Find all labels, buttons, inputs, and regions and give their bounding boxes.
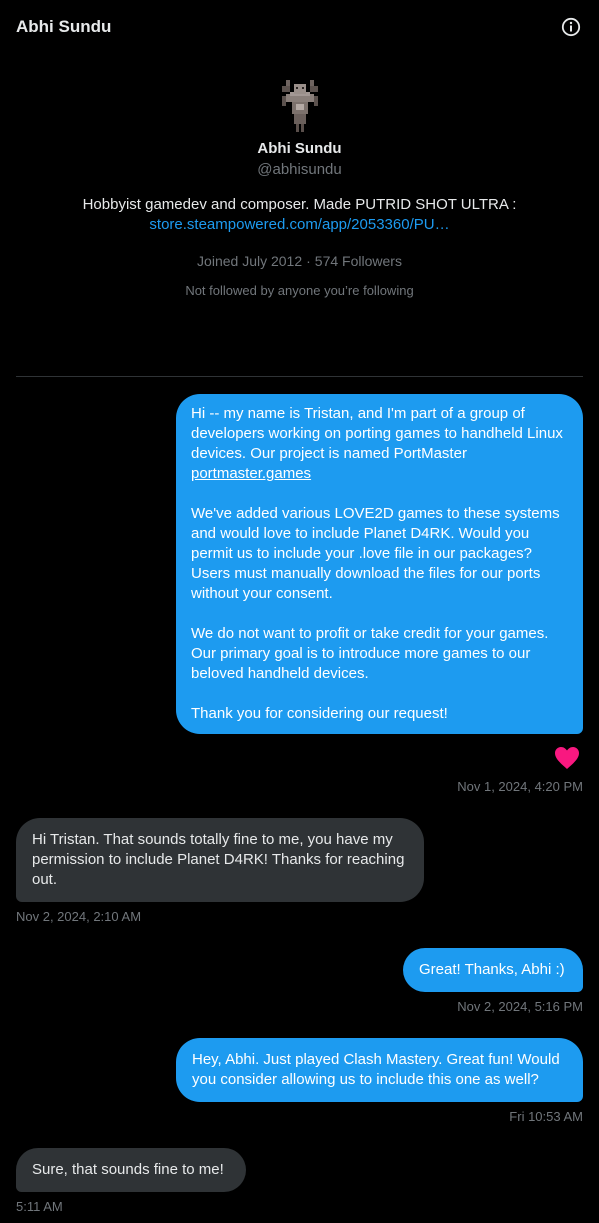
profile-bio: Hobbyist gamedev and composer. Made PUTR… <box>82 196 517 213</box>
message-text: We've added various LOVE2D games to thes… <box>191 505 560 722</box>
message-timestamp: 5:11 AM <box>16 1199 63 1214</box>
message-timestamp: Nov 2, 2024, 2:10 AM <box>16 909 142 924</box>
message-bubble-sent[interactable]: Great! Thanks, Abhi :) <box>403 948 583 992</box>
profile-handle[interactable]: @abhisundu <box>0 161 599 178</box>
profile-name[interactable]: Abhi Sundu <box>0 140 599 157</box>
joined-date: Joined July 2012 <box>197 253 303 269</box>
avatar[interactable] <box>267 74 332 138</box>
conversation-header: Abhi Sundu <box>0 0 599 54</box>
message-timestamp: Fri 10:53 AM <box>509 1109 583 1124</box>
followers-count[interactable]: 574 Followers <box>315 253 402 269</box>
profile-bio-link[interactable]: store.steampowered.com/app/2053360/PU… <box>0 215 599 235</box>
followed-by-note: Not followed by anyone you’re following <box>185 283 414 298</box>
separator-dot: · <box>306 253 311 269</box>
message-timestamp: Nov 2, 2024, 5:16 PM <box>457 999 583 1014</box>
profile-card: Abhi Sundu @abhisundu Hobbyist gamedev a… <box>0 74 599 298</box>
message-bubble-received[interactable]: Sure, that sounds fine to me! <box>16 1148 246 1192</box>
message-link[interactable]: portmaster.games <box>191 465 311 482</box>
profile-meta: Joined July 2012 · 574 Followers <box>0 253 599 269</box>
message-timestamp: Nov 1, 2024, 4:20 PM <box>457 779 583 794</box>
info-icon[interactable] <box>559 15 583 39</box>
message-bubble-sent[interactable]: Hey, Abhi. Just played Clash Mastery. Gr… <box>176 1038 583 1102</box>
message-bubble-sent[interactable]: Hi -- my name is Tristan, and I'm part o… <box>176 394 583 734</box>
message-bubble-received[interactable]: Hi Tristan. That sounds totally fine to … <box>16 818 424 902</box>
divider <box>16 376 583 377</box>
message-text: Hi -- my name is Tristan, and I'm part o… <box>191 405 568 462</box>
heart-reaction-icon[interactable] <box>554 746 580 770</box>
conversation-title: Abhi Sundu <box>16 17 112 36</box>
